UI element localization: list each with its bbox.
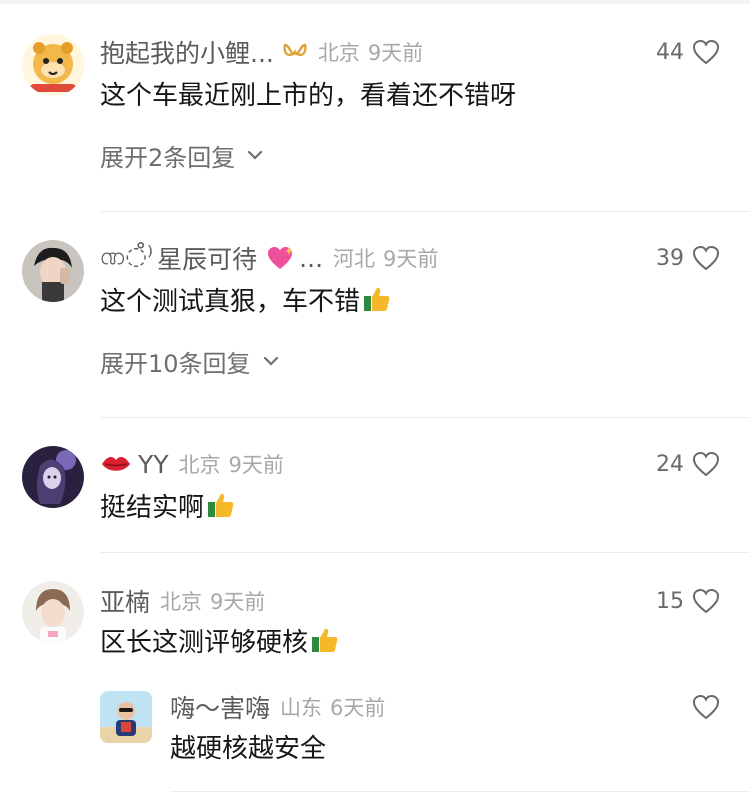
comment-item: 抱起我的小鲤... 北京 9天前 这个车最近刚上市的，看着还不错呀 44 展开2… <box>0 0 750 212</box>
comment-meta: ဏ◌̊⁾ 星辰可待 ... 河北 9天前 <box>100 240 438 276</box>
username[interactable]: 抱起我的小鲤... <box>100 34 274 70</box>
location: 北京 <box>317 41 360 65</box>
timestamp: 9天前 <box>367 41 424 65</box>
avatar[interactable] <box>22 34 84 96</box>
heart-outline-icon[interactable] <box>692 694 720 720</box>
timestamp: 9天前 <box>383 247 439 271</box>
location: 北京 <box>178 453 221 477</box>
gold-loop-badge-icon <box>282 42 308 62</box>
username-ellipsis: ... <box>299 243 324 273</box>
expand-replies-button[interactable]: 展开10条回复 <box>100 344 279 378</box>
comment-text[interactable]: 这个车最近刚上市的，看着还不错呀 <box>100 74 516 112</box>
timestamp: 9天前 <box>228 453 284 477</box>
like-count: 24 <box>656 451 684 477</box>
comment-meta: YY 北京 9天前 <box>100 446 284 482</box>
avatar[interactable] <box>100 691 152 743</box>
comment-meta: 抱起我的小鲤... 北京 9天前 <box>100 34 423 70</box>
divider <box>170 791 750 792</box>
sparkling-heart-emoji <box>265 245 295 271</box>
expand-replies-label: 展开10条回复 <box>100 349 251 378</box>
timestamp: 6天前 <box>330 696 386 720</box>
comment-text-content: 挺结实啊 <box>100 492 205 523</box>
like-control[interactable]: 39 <box>656 242 720 274</box>
location: 北京 <box>160 590 203 614</box>
chevron-down-icon <box>248 150 263 160</box>
comment-text[interactable]: 这个测试真狠，车不错 <box>100 280 392 318</box>
like-count: 44 <box>656 39 684 65</box>
kiss-lips-emoji <box>100 453 132 475</box>
username[interactable]: 亚楠 <box>100 583 150 619</box>
like-control[interactable] <box>684 691 720 723</box>
username[interactable]: YY <box>138 450 169 479</box>
thumbs-up-emoji <box>208 493 234 517</box>
heart-outline-icon[interactable] <box>692 451 720 477</box>
heart-outline-icon[interactable] <box>692 245 720 271</box>
timestamp: 9天前 <box>210 590 266 614</box>
location: 河北 <box>333 247 376 271</box>
expand-replies-label: 展开2条回复 <box>100 143 236 172</box>
reply-text-content: 越硬核越安全 <box>170 733 327 764</box>
avatar[interactable] <box>22 581 84 643</box>
comment-item: YY 北京 9天前 挺结实啊 24 <box>0 418 750 553</box>
avatar[interactable] <box>22 240 84 302</box>
heart-outline-icon[interactable] <box>692 588 720 614</box>
like-control[interactable]: 24 <box>656 448 720 480</box>
comment-item: 亚楠 北京 9天前 区长这测评够硬核 15 嗨～害嗨 山东 6天前 越硬核越安全 <box>0 553 750 795</box>
thumbs-up-emoji <box>364 287 390 311</box>
comment-meta: 亚楠 北京 9天前 <box>100 583 265 619</box>
comment-text[interactable]: 区长这测评够硬核 <box>100 621 340 659</box>
thumbs-up-emoji <box>312 628 338 652</box>
comment-text-content: 这个测试真狠，车不错 <box>100 286 361 317</box>
comment-item: ဏ◌̊⁾ 星辰可待 ... 河北 9天前 这个测试真狠，车不错 39 展开10条… <box>0 212 750 418</box>
avatar[interactable] <box>22 446 84 508</box>
location: 山东 <box>280 696 323 720</box>
comment-text[interactable]: 挺结实啊 <box>100 486 236 524</box>
chevron-down-icon <box>263 356 278 366</box>
like-count: 39 <box>656 245 684 271</box>
like-control[interactable]: 44 <box>656 36 720 68</box>
like-count: 15 <box>656 588 684 614</box>
reply-meta: 嗨～害嗨 山东 6天前 <box>170 689 385 725</box>
reply-text[interactable]: 越硬核越安全 <box>170 727 326 765</box>
like-control[interactable]: 15 <box>656 585 720 617</box>
expand-replies-button[interactable]: 展开2条回复 <box>100 138 263 172</box>
username-prefix: ဏ◌̊⁾ <box>100 240 154 270</box>
comment-text-content: 区长这测评够硬核 <box>100 627 309 658</box>
username[interactable]: 星辰可待 <box>157 240 257 276</box>
heart-outline-icon[interactable] <box>692 39 720 65</box>
comment-text-content: 这个车最近刚上市的，看着还不错呀 <box>100 80 517 111</box>
username[interactable]: 嗨～害嗨 <box>170 689 270 725</box>
